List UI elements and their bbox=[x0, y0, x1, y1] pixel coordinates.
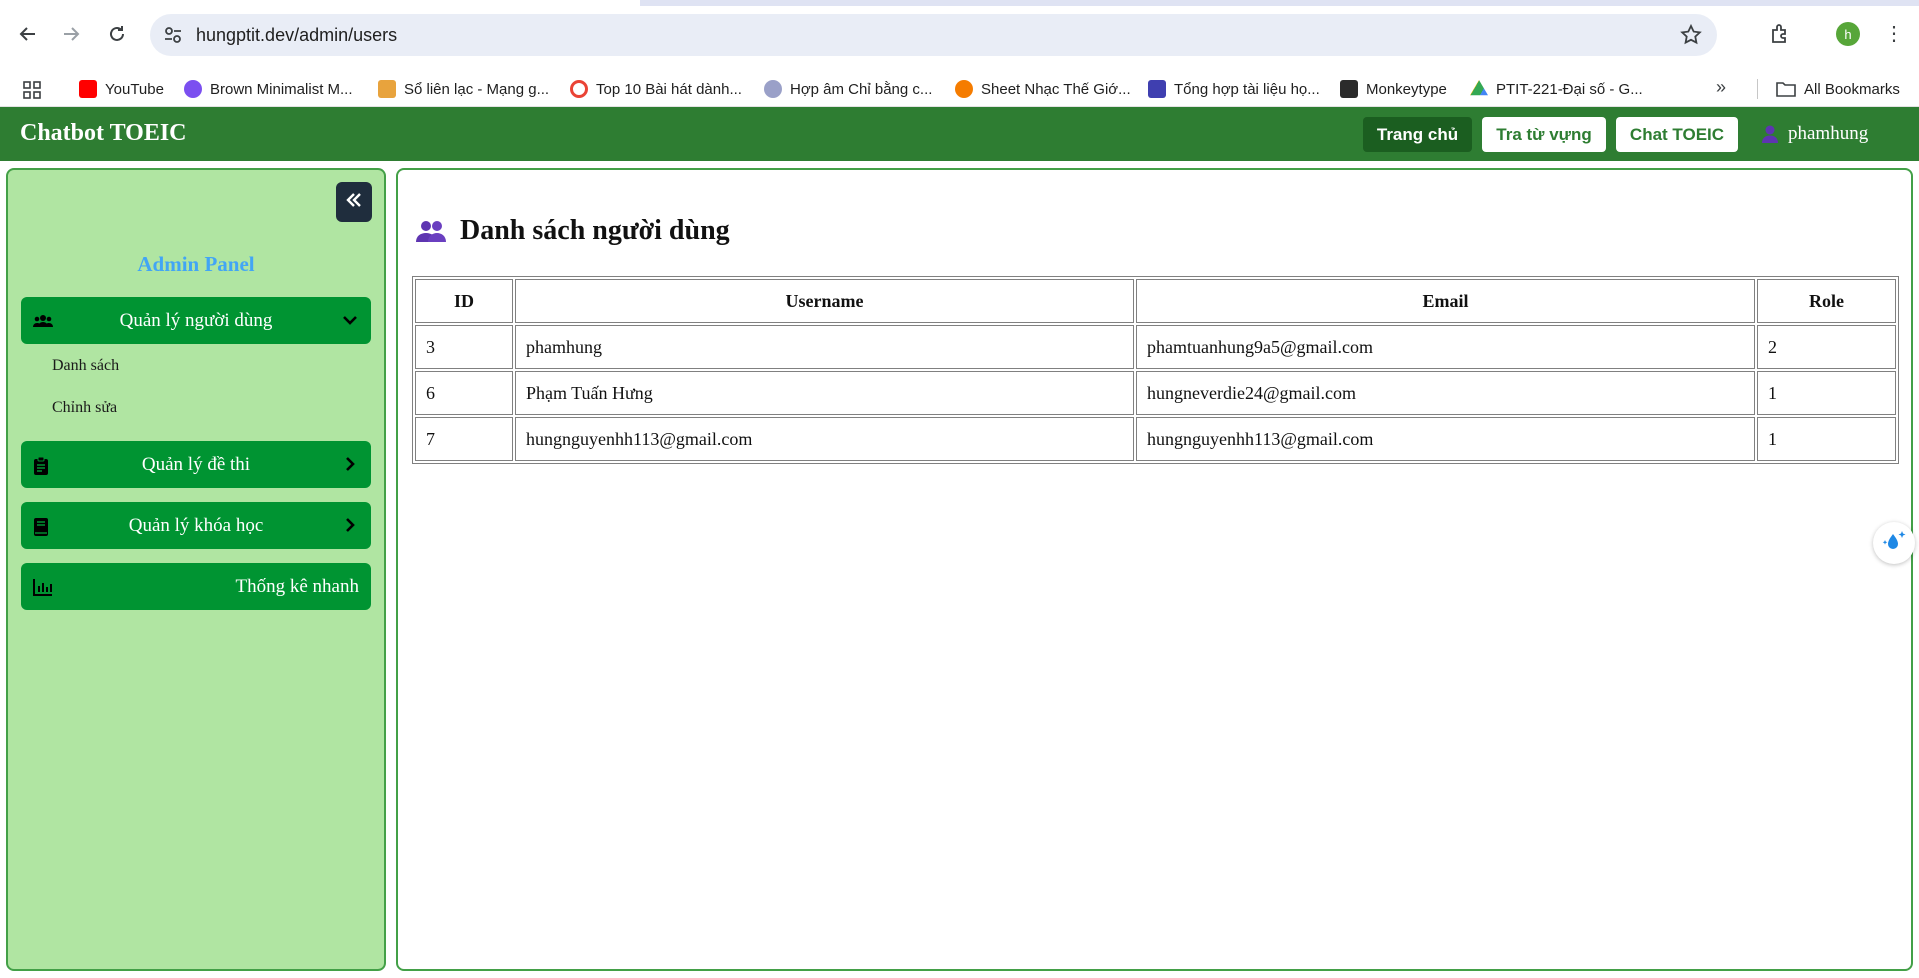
home-button[interactable]: Trang chủ bbox=[1363, 117, 1472, 152]
cell-id: 6 bbox=[415, 371, 513, 415]
menu-quick-stats[interactable]: Thống kê nhanh bbox=[21, 563, 371, 610]
menu-user-management[interactable]: Quản lý người dùng bbox=[21, 297, 371, 344]
submenu-user-list[interactable]: Danh sách bbox=[52, 357, 119, 375]
bookmark-label: Hợp âm Chỉ bằng c... bbox=[790, 80, 933, 98]
bookmark-label: Sổ liên lạc - Mạng g... bbox=[404, 80, 550, 98]
guitar-pick-icon bbox=[764, 80, 782, 98]
all-bookmarks-label: All Bookmarks bbox=[1804, 80, 1900, 98]
tab-strip bbox=[0, 0, 1919, 6]
cell-username: Phạm Tuấn Hưng bbox=[515, 371, 1134, 415]
brand-title[interactable]: Chatbot TOEIC bbox=[20, 120, 187, 147]
bookmark-sheet-nhac[interactable]: Sheet Nhạc Thế Giớ... bbox=[955, 78, 1131, 100]
table-header-row: ID Username Email Role bbox=[415, 279, 1896, 323]
menu-course-management[interactable]: Quản lý khóa học bbox=[21, 502, 371, 549]
youtube-icon bbox=[79, 80, 97, 98]
cell-role: 1 bbox=[1757, 417, 1896, 461]
user-menu[interactable]: phamhung bbox=[1760, 123, 1868, 145]
menu-label: Quản lý khóa học bbox=[128, 515, 264, 536]
cell-id: 7 bbox=[415, 417, 513, 461]
bookmarks-bar: YouTube Brown Minimalist M... Sổ liên lạ… bbox=[0, 69, 1919, 107]
more-bookmarks-icon[interactable]: » bbox=[1716, 77, 1726, 98]
bookmark-top-10[interactable]: Top 10 Bài hát dành... bbox=[570, 78, 742, 100]
main-content: Danh sách người dùng ID Username Email R… bbox=[396, 168, 1913, 971]
bookmark-label: Monkeytype bbox=[1366, 80, 1447, 98]
submenu-user-edit[interactable]: Chỉnh sửa bbox=[52, 399, 117, 417]
page-title: Danh sách người dùng bbox=[416, 215, 730, 247]
reload-icon[interactable] bbox=[101, 18, 133, 50]
profile-avatar[interactable]: h bbox=[1836, 22, 1860, 46]
cell-username: phamhung bbox=[515, 325, 1134, 369]
chevron-down-icon bbox=[341, 311, 359, 329]
column-header-id[interactable]: ID bbox=[415, 279, 513, 323]
column-header-username[interactable]: Username bbox=[515, 279, 1134, 323]
bookmark-label: YouTube bbox=[105, 80, 164, 98]
more-menu-icon[interactable]: ⋮ bbox=[1882, 22, 1906, 46]
sheet-logo-icon bbox=[955, 80, 973, 98]
collapse-sidebar-button[interactable] bbox=[336, 182, 372, 222]
cell-role: 2 bbox=[1757, 325, 1896, 369]
all-bookmarks[interactable]: All Bookmarks bbox=[1776, 78, 1900, 100]
bookmark-separator bbox=[1757, 79, 1758, 99]
cell-email: hungnguyenhh113@gmail.com bbox=[1136, 417, 1755, 461]
browser-toolbar: hungptit.dev/admin/users h ⋮ bbox=[0, 0, 1919, 69]
address-bar[interactable]: hungptit.dev/admin/users bbox=[150, 14, 1717, 56]
bookmark-tong-hop[interactable]: Tổng hợp tài liệu họ... bbox=[1148, 78, 1320, 100]
bookmark-so-lien-lac[interactable]: Sổ liên lạc - Mạng g... bbox=[378, 78, 549, 100]
url-text[interactable]: hungptit.dev/admin/users bbox=[196, 25, 397, 46]
bookmark-label: Tổng hợp tài liệu họ... bbox=[1174, 80, 1320, 98]
chat-toeic-button[interactable]: Chat TOEIC bbox=[1616, 117, 1738, 152]
monkeytype-icon bbox=[1340, 80, 1358, 98]
google-drive-icon bbox=[1470, 80, 1488, 96]
floating-assistant-button[interactable] bbox=[1873, 522, 1915, 564]
bookmark-label: Brown Minimalist M... bbox=[210, 80, 353, 98]
menu-label: Quản lý đề thi bbox=[141, 454, 251, 475]
users-icon bbox=[416, 219, 446, 243]
back-icon[interactable] bbox=[12, 18, 44, 50]
chevron-right-icon bbox=[341, 516, 359, 534]
table-row[interactable]: 3 phamhung phamtuanhung9a5@gmail.com 2 bbox=[415, 325, 1896, 369]
chevron-right-icon bbox=[341, 455, 359, 473]
table-row[interactable]: 6 Phạm Tuấn Hưng hungneverdie24@gmail.co… bbox=[415, 371, 1896, 415]
bookmark-star-icon[interactable] bbox=[1679, 23, 1703, 47]
bookmark-label: PTIT-221-Đại số - G... bbox=[1496, 80, 1643, 98]
menu-label: Quản lý người dùng bbox=[119, 310, 273, 331]
bookmark-label: Sheet Nhạc Thế Giớ... bbox=[981, 80, 1131, 98]
bookmark-hop-am[interactable]: Hợp âm Chỉ bằng c... bbox=[764, 78, 932, 100]
users-table: ID Username Email Role 3 phamhung phamtu… bbox=[412, 276, 1899, 464]
bookmark-label: Top 10 Bài hát dành... bbox=[596, 80, 742, 98]
user-icon bbox=[1760, 124, 1780, 144]
cell-email: phamtuanhung9a5@gmail.com bbox=[1136, 325, 1755, 369]
site-info-icon[interactable] bbox=[162, 24, 184, 46]
column-header-email[interactable]: Email bbox=[1136, 279, 1755, 323]
page-title-text: Danh sách người dùng bbox=[460, 215, 730, 246]
cell-email: hungneverdie24@gmail.com bbox=[1136, 371, 1755, 415]
double-chevron-left-icon bbox=[345, 191, 363, 214]
table-row[interactable]: 7 hungnguyenhh113@gmail.com hungnguyenhh… bbox=[415, 417, 1896, 461]
cell-id: 3 bbox=[415, 325, 513, 369]
cell-role: 1 bbox=[1757, 371, 1896, 415]
username-label: phamhung bbox=[1788, 123, 1869, 144]
vocab-lookup-button[interactable]: Tra từ vựng bbox=[1482, 117, 1606, 152]
column-header-role[interactable]: Role bbox=[1757, 279, 1896, 323]
bookmark-youtube[interactable]: YouTube bbox=[79, 78, 164, 100]
apps-grid-icon[interactable] bbox=[22, 80, 42, 100]
bookmark-ptit-dai-so[interactable]: PTIT-221-Đại số - G... bbox=[1470, 78, 1643, 100]
folder-icon bbox=[1776, 80, 1796, 98]
doc-logo-icon bbox=[1148, 80, 1166, 98]
admin-sidebar: Admin Panel Quản lý người dùng Danh sách… bbox=[6, 168, 386, 971]
forward-icon[interactable] bbox=[55, 18, 87, 50]
active-tab[interactable] bbox=[0, 0, 640, 6]
bookmark-monkeytype[interactable]: Monkeytype bbox=[1340, 78, 1447, 100]
canva-icon bbox=[184, 80, 202, 98]
app-header: Chatbot TOEIC Trang chủ Tra từ vựng Chat… bbox=[0, 107, 1919, 161]
cell-username: hungnguyenhh113@gmail.com bbox=[515, 417, 1134, 461]
circle-logo-icon bbox=[570, 80, 588, 98]
extensions-icon[interactable] bbox=[1768, 22, 1792, 46]
menu-exam-management[interactable]: Quản lý đề thi bbox=[21, 441, 371, 488]
sparkle-drop-icon bbox=[1881, 528, 1907, 559]
chart-bars-icon bbox=[378, 80, 396, 98]
menu-label: Thống kê nhanh bbox=[235, 576, 359, 597]
bookmark-brown-minimalist[interactable]: Brown Minimalist M... bbox=[184, 78, 353, 100]
admin-panel-title: Admin Panel bbox=[137, 252, 255, 276]
